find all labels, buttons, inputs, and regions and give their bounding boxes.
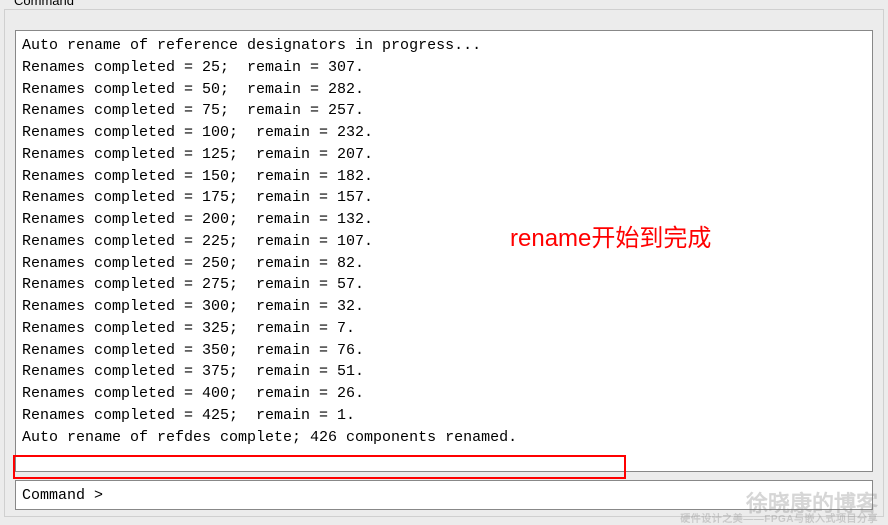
command-groupbox: Auto rename of reference designators in …: [4, 9, 884, 517]
command-prompt: Command >: [22, 487, 112, 504]
command-input-row: Command >: [15, 480, 873, 510]
panel-title: Command: [10, 0, 78, 8]
command-panel: Command Auto rename of reference designa…: [4, 1, 884, 517]
command-input[interactable]: [112, 487, 866, 504]
command-output[interactable]: Auto rename of reference designators in …: [15, 30, 873, 472]
